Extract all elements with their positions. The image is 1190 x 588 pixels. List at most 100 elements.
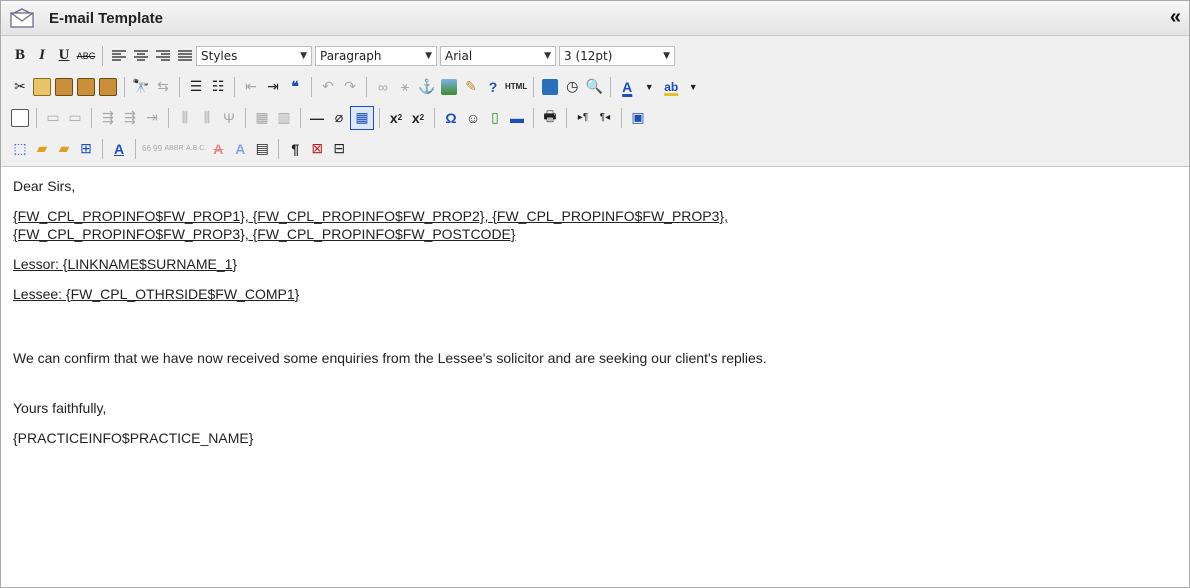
italic-button[interactable]: I — [31, 45, 53, 67]
practice-name-line: {PRACTICEINFO$PRACTICE_NAME} — [13, 430, 254, 446]
insert-column-before-icon[interactable]: ⫼ — [174, 107, 196, 129]
format-select[interactable]: Paragraph ▼ — [315, 45, 437, 66]
special-char-icon[interactable]: Ω — [440, 107, 462, 129]
replace-icon[interactable]: ⇆ — [152, 76, 174, 98]
insert-layer-icon[interactable]: ▭ — [42, 107, 64, 129]
insert-column-after-icon[interactable]: ⫼ — [196, 107, 218, 129]
insert-date-icon[interactable] — [539, 76, 561, 98]
abbreviation-icon[interactable]: A.B.C. — [185, 138, 207, 160]
delete-row-icon[interactable]: ⇥ — [141, 107, 163, 129]
acronym-icon[interactable]: ABBR — [163, 138, 185, 160]
separator — [36, 107, 37, 128]
dropdown-arrow-icon: ▼ — [425, 50, 432, 61]
style-props-icon[interactable]: A — [108, 138, 130, 160]
insert-layer-add-icon[interactable]: ⊞ — [75, 138, 97, 160]
undo-icon[interactable]: ↶ — [317, 76, 339, 98]
copy-icon[interactable] — [31, 76, 53, 98]
separator — [311, 76, 312, 97]
outdent-icon[interactable]: ⇤ — [240, 76, 262, 98]
dropdown-arrow-icon[interactable]: ▼ — [682, 76, 704, 98]
cut-icon[interactable]: ✂ — [9, 76, 31, 98]
font-size-select[interactable]: 3 (12pt) ▼ — [559, 45, 675, 66]
ltr-icon[interactable]: ▸¶ — [572, 107, 594, 129]
cleanup-icon[interactable]: ✎ — [460, 76, 482, 98]
numbered-list-icon[interactable]: ☷ — [207, 76, 229, 98]
insert-time-icon[interactable]: ◷ — [561, 76, 583, 98]
separator — [610, 76, 612, 97]
insert-row-after-icon[interactable]: ⇶ — [119, 107, 141, 129]
greeting-line: Dear Sirs, — [13, 178, 76, 194]
delete-column-icon[interactable]: Ψ — [218, 107, 240, 129]
insert-row-before-icon[interactable]: ⇶ — [97, 107, 119, 129]
absolute-position-icon[interactable]: ⬚ — [9, 138, 31, 160]
rtl-icon[interactable]: ¶◂ — [594, 107, 616, 129]
nonbreaking-space-icon[interactable]: ⊠ — [306, 138, 328, 160]
redo-icon[interactable]: ↷ — [339, 76, 361, 98]
blockquote-icon[interactable]: ❝ — [284, 76, 306, 98]
move-forward-icon[interactable]: ▰ — [31, 138, 53, 160]
paste-word-icon[interactable] — [97, 76, 119, 98]
link-icon[interactable]: ∞ — [372, 76, 394, 98]
edit-css-icon[interactable] — [9, 107, 31, 129]
align-center-icon[interactable] — [130, 45, 152, 67]
merge-cells-icon[interactable]: ▦ — [251, 107, 273, 129]
media-icon[interactable]: ▯ — [484, 107, 506, 129]
attributes-icon[interactable]: ▤ — [251, 138, 273, 160]
print-icon[interactable]: 🖶 — [539, 107, 561, 129]
subscript-icon[interactable]: x2 — [385, 107, 407, 129]
layer-properties-icon[interactable]: ▭ — [64, 107, 86, 129]
styles-select[interactable]: Styles ▼ — [196, 45, 312, 66]
superscript-icon[interactable]: x2 — [407, 107, 429, 129]
separator — [366, 76, 367, 97]
separator — [278, 138, 280, 159]
font-color-icon[interactable]: A — [616, 76, 638, 98]
separator — [566, 107, 567, 128]
dropdown-arrow-icon[interactable]: ▼ — [638, 76, 660, 98]
delete-text-icon[interactable]: A — [207, 138, 229, 160]
separator — [124, 76, 125, 97]
collapse-button[interactable]: « — [1170, 5, 1181, 29]
align-right-icon[interactable] — [152, 45, 174, 67]
superscript-label: x — [411, 109, 420, 126]
font-family-select[interactable]: Arial ▼ — [440, 45, 556, 66]
html-icon[interactable]: HTML — [504, 76, 528, 98]
unlink-icon[interactable]: ⚹ — [394, 76, 416, 98]
split-cells-icon[interactable]: ▥ — [273, 107, 295, 129]
separator — [379, 107, 380, 128]
fullscreen-icon[interactable]: ▣ — [627, 107, 649, 129]
strikethrough-button[interactable]: ABC — [75, 45, 97, 67]
emoticon-icon[interactable]: ☺ — [462, 107, 484, 129]
bold-button[interactable]: B — [9, 45, 31, 67]
editor-body[interactable]: Dear Sirs, {FW_CPL_PROPINFO$FW_PROP1}, {… — [1, 167, 1189, 469]
lessor-line: Lessor: {LINKNAME$SURNAME_1} — [13, 256, 238, 272]
image-icon[interactable] — [438, 76, 460, 98]
cite-icon[interactable]: 66 99 — [141, 138, 163, 160]
table-icon[interactable]: ▦ — [350, 105, 374, 130]
highlight-icon[interactable]: ab — [660, 76, 682, 98]
toolbar-row-1: B I U ABC Styles ▼ Paragraph ▼ Arial ▼ 3 (1… — [9, 40, 1181, 71]
preview-icon[interactable]: 🔍 — [583, 76, 605, 98]
address-line-2: {FW_CPL_PROPINFO$FW_PROP3}, {FW_CPL_PROP… — [13, 226, 516, 242]
paste-icon[interactable] — [53, 76, 75, 98]
input-field-icon[interactable]: ▬ — [506, 107, 528, 129]
indent-icon[interactable]: ⇥ — [262, 76, 284, 98]
bullet-list-icon[interactable]: ☰ — [185, 76, 207, 98]
underline-button[interactable]: U — [53, 45, 75, 67]
page-break-icon[interactable]: ⊟ — [328, 138, 350, 160]
separator — [300, 107, 301, 128]
find-icon[interactable]: 🔭 — [130, 76, 152, 98]
insert-text-icon[interactable]: A — [229, 138, 251, 160]
help-icon[interactable]: ? — [482, 76, 504, 98]
align-left-icon[interactable] — [108, 45, 130, 67]
eraser-icon[interactable]: ⌀ — [328, 107, 350, 129]
horizontal-rule-icon[interactable]: — — [306, 107, 328, 129]
anchor-icon[interactable]: ⚓ — [416, 76, 438, 98]
align-justify-icon[interactable] — [174, 45, 196, 67]
paste-text-icon[interactable] — [75, 76, 97, 98]
visual-chars-icon[interactable]: ¶ — [284, 138, 306, 160]
separator — [102, 45, 103, 66]
separator — [168, 107, 169, 128]
move-backward-icon[interactable]: ▰ — [53, 138, 75, 160]
separator — [234, 76, 235, 97]
